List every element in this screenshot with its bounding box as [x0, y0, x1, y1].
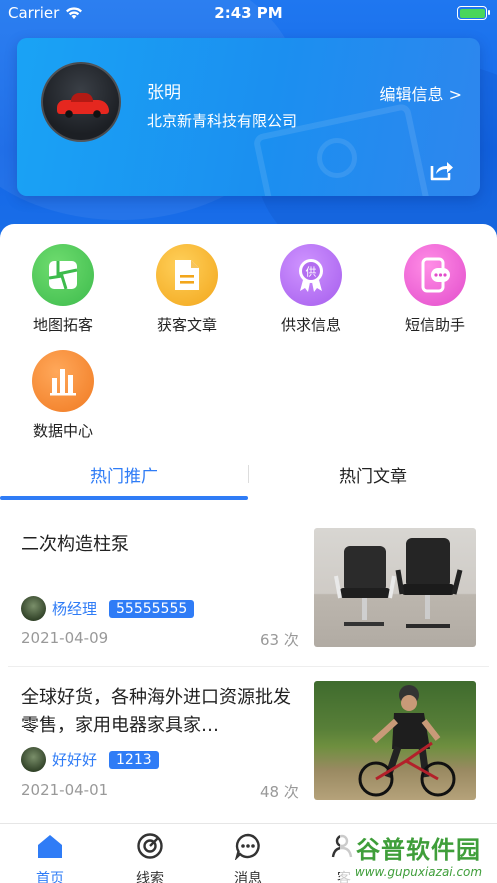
author-avatar: [21, 747, 46, 772]
battery-icon: [457, 6, 490, 20]
article-title: 二次构造柱泵: [21, 534, 129, 555]
feature-label: 数据中心: [32, 422, 93, 440]
nav-label: 线索: [136, 871, 164, 883]
content-tabs: 热门推广 热门文章: [0, 452, 497, 502]
avatar[interactable]: [41, 62, 121, 142]
map-icon: [32, 244, 94, 306]
author-name: 好好好: [52, 751, 98, 769]
active-tab-indicator: [0, 496, 248, 500]
list-item[interactable]: 全球好货，各种海外进口资源批发零售，家用电器家具家… 好好好 1213 2021…: [8, 666, 489, 816]
feature-label: 获客文章: [156, 316, 217, 334]
supply-badge-icon: 供: [280, 244, 342, 306]
author-avatar: [21, 596, 46, 621]
watermark-url: www.gupuxiazai.com: [354, 865, 483, 879]
nav-label: 消息: [234, 871, 262, 883]
author-phone-badge: 55555555: [109, 599, 195, 618]
user-company: 北京新青科技有限公司: [147, 112, 298, 130]
nav-leads[interactable]: 线索: [100, 832, 200, 883]
watermark-title: 谷普软件园: [356, 836, 481, 864]
article-views: 63 次: [260, 631, 299, 649]
sports-car-image: [57, 93, 109, 118]
battery-level: [459, 8, 485, 18]
svg-text:供: 供: [306, 265, 317, 279]
share-icon[interactable]: [427, 156, 455, 184]
article-title: 全球好货，各种海外进口资源批发零售，家用电器家具家…: [21, 687, 291, 736]
status-bar: Carrier 2:43 PM: [0, 0, 497, 26]
nav-home[interactable]: 首页: [0, 832, 100, 883]
status-time: 2:43 PM: [214, 4, 283, 22]
home-icon: [38, 835, 62, 858]
feature-label: 供求信息: [280, 316, 341, 334]
edit-info-link[interactable]: 编辑信息 >: [380, 81, 463, 105]
profile-card: 张明 北京新青科技有限公司 编辑信息 >: [17, 38, 480, 196]
nav-messages[interactable]: 消息: [198, 832, 298, 883]
feature-label: 短信助手: [404, 316, 465, 334]
tab-hot-promotion[interactable]: 热门推广: [0, 462, 248, 487]
document-icon: [156, 244, 218, 306]
site-watermark: 谷普软件园 www.gupuxiazai.com: [340, 826, 497, 883]
article-date: 2021-04-01: [21, 781, 109, 799]
user-name: 张明: [147, 83, 181, 103]
article-author: 好好好 1213: [21, 747, 159, 772]
radar-icon: [137, 833, 163, 859]
author-phone-badge: 1213: [109, 750, 159, 769]
article-date: 2021-04-09: [21, 629, 109, 647]
feature-supply-demand[interactable]: 供 供求信息: [261, 244, 361, 335]
author-name: 杨经理: [52, 600, 98, 618]
article-thumbnail-cyclist: [314, 681, 476, 800]
chat-bubble-icon: [234, 833, 260, 862]
feature-map-prospecting[interactable]: 地图拓客: [13, 244, 113, 335]
card-decoration-circle: [317, 138, 357, 178]
article-views: 48 次: [260, 783, 299, 801]
feature-label: 地图拓客: [32, 316, 93, 334]
nav-label: 首页: [36, 871, 64, 883]
article-list: 二次构造柱泵 杨经理 55555555 2021-04-09 63 次 全球好货…: [0, 514, 497, 824]
feature-data-center[interactable]: 数据中心: [13, 350, 113, 441]
list-item[interactable]: 二次构造柱泵 杨经理 55555555 2021-04-09 63 次: [8, 514, 489, 664]
bar-chart-icon: [32, 350, 94, 412]
article-thumbnail-office-chairs: [314, 528, 476, 647]
article-author: 杨经理 55555555: [21, 596, 195, 621]
sms-phone-icon: [404, 244, 466, 306]
feature-lead-articles[interactable]: 获客文章: [137, 244, 237, 335]
feature-sms-assistant[interactable]: 短信助手: [385, 244, 485, 335]
tab-hot-articles[interactable]: 热门文章: [249, 462, 497, 487]
